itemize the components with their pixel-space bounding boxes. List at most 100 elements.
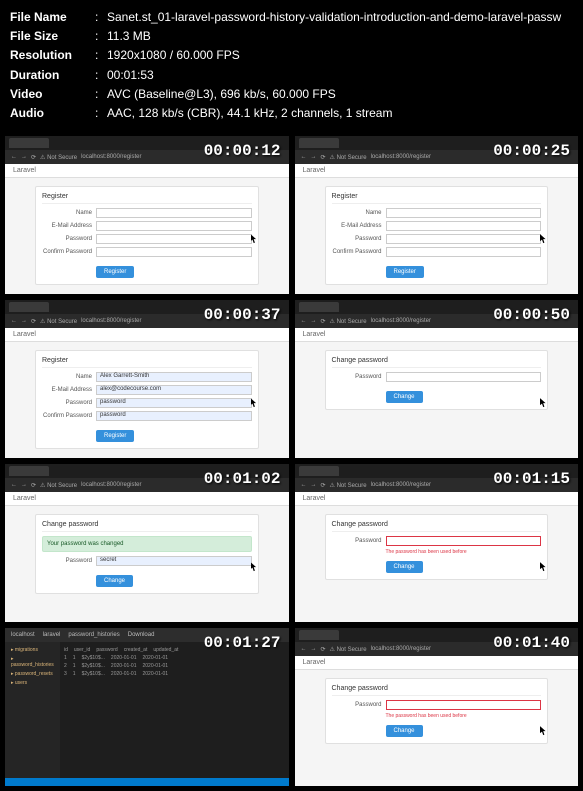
text-input[interactable]	[96, 221, 252, 231]
security-badge: ⚠ Not Secure	[40, 482, 77, 489]
field-label: Password	[42, 400, 92, 406]
thumbnail-5[interactable]: 00:01:02 ← → ⟳ ⚠ Not Secure localhost:8000/re…	[4, 463, 290, 623]
text-input[interactable]	[96, 234, 252, 244]
resolution-value: 1920x1080 / 60.000 FPS	[107, 46, 573, 65]
audio-value: AAC, 128 kb/s (CBR), 44.1 kHz, 2 channel…	[107, 104, 573, 123]
forward-icon: →	[21, 482, 27, 488]
ide-toolbar-item: Download	[128, 632, 155, 638]
timestamp: 00:01:27	[204, 634, 281, 652]
field-label: Confirm Password	[332, 249, 382, 255]
app-navbar: Laravel	[295, 492, 579, 506]
text-input[interactable]	[386, 234, 542, 244]
card-title: Register	[332, 193, 542, 204]
text-input[interactable]	[386, 372, 542, 382]
url-text: localhost:8000/register	[81, 154, 141, 160]
back-icon: ←	[11, 154, 17, 160]
security-badge: ⚠ Not Secure	[330, 154, 367, 161]
text-input[interactable]	[386, 700, 542, 710]
thumbnail-2[interactable]: 00:00:25←→⟳⚠ Not Securelocalhost:8000/re…	[294, 135, 580, 295]
field-label: E-Mail Address	[332, 223, 382, 229]
text-input[interactable]: password	[96, 398, 252, 408]
thumbnail-8[interactable]: 00:01:40←→⟳⚠ Not Securelocalhost:8000/re…	[294, 627, 580, 787]
text-input[interactable]: secret	[96, 556, 252, 566]
timestamp: 00:00:37	[204, 306, 281, 324]
submit-button[interactable]: Register	[96, 266, 134, 278]
security-badge: ⚠ Not Secure	[40, 154, 77, 161]
form-card: Change passwordPasswordChange	[325, 350, 549, 410]
browser-tab	[299, 466, 339, 476]
reload-icon: ⟳	[321, 482, 326, 489]
thumbnail-7[interactable]: 00:01:27localhostlaravelpassword_histori…	[4, 627, 290, 787]
text-input[interactable]	[386, 247, 542, 257]
timestamp: 00:01:40	[493, 634, 570, 652]
url-text: localhost:8000/register	[81, 318, 141, 324]
thumbnail-3[interactable]: 00:00:37←→⟳⚠ Not Securelocalhost:8000/re…	[4, 299, 290, 459]
url-text: localhost:8000/register	[371, 154, 431, 160]
field-label: Name	[332, 210, 382, 216]
submit-button[interactable]: Change	[96, 575, 133, 587]
media-info-panel: File Name:Sanet.st_01-laravel-password-h…	[0, 0, 583, 131]
submit-button[interactable]: Change	[386, 561, 423, 573]
browser-tab	[299, 630, 339, 640]
thumbnail-4[interactable]: 00:00:50←→⟳⚠ Not Securelocalhost:8000/re…	[294, 299, 580, 459]
security-badge: ⚠ Not Secure	[330, 646, 367, 653]
app-navbar: Laravel	[5, 164, 289, 178]
submit-button[interactable]: Change	[386, 391, 423, 403]
text-input[interactable]	[96, 208, 252, 218]
error-message: The password has been used before	[386, 549, 542, 555]
filesize-value: 11.3 MB	[107, 27, 573, 46]
back-icon: ←	[11, 482, 17, 488]
form-card: RegisterNameAlex Garrett-SmithE-Mail Add…	[35, 350, 259, 449]
card-title: Register	[42, 357, 252, 368]
text-input[interactable]: password	[96, 411, 252, 421]
thumbnail-6[interactable]: 00:01:15←→⟳⚠ Not Securelocalhost:8000/re…	[294, 463, 580, 623]
thumbnail-1[interactable]: 00:00:12←→⟳⚠ Not Securelocalhost:8000/re…	[4, 135, 290, 295]
success-alert: Your password was changed	[42, 536, 252, 552]
form-card: Change passwordPasswordThe password has …	[325, 678, 549, 744]
field-label: Password	[332, 374, 382, 380]
ide-file-item: ▸ migrations	[9, 646, 56, 654]
ide-statusbar	[5, 778, 289, 786]
timestamp: 00:01:02	[204, 470, 281, 488]
audio-label: Audio	[10, 104, 95, 123]
thumbnail-grid: 00:00:12←→⟳⚠ Not Securelocalhost:8000/re…	[0, 131, 583, 791]
filename-label: File Name	[10, 8, 95, 27]
field-label: Confirm Password	[42, 413, 92, 419]
ide-file-item: ▸ password_resets	[9, 670, 56, 678]
form-card: Change passwordYour password was changed…	[35, 514, 259, 594]
text-input[interactable]	[386, 221, 542, 231]
browser-tab	[9, 302, 49, 312]
forward-icon: →	[311, 318, 317, 324]
url-text: localhost:8000/register	[81, 482, 141, 488]
ide-column-header: created_at	[124, 647, 148, 653]
page-content: LaravelChange passwordPasswordThe passwo…	[295, 656, 579, 786]
submit-button[interactable]: Register	[386, 266, 424, 278]
error-message: The password has been used before	[386, 713, 542, 719]
ide-column-header: password	[96, 647, 117, 653]
duration-value: 00:01:53	[107, 66, 573, 85]
app-navbar: Laravel	[5, 492, 289, 506]
app-navbar: Laravel	[295, 164, 579, 178]
text-input[interactable]: alex@codecourse.com	[96, 385, 252, 395]
ide-column-header: user_id	[74, 647, 90, 653]
ide-toolbar-item: laravel	[43, 632, 61, 638]
browser-tab	[299, 138, 339, 148]
text-input[interactable]: Alex Garrett-Smith	[96, 372, 252, 382]
forward-icon: →	[311, 646, 317, 652]
text-input[interactable]	[96, 247, 252, 257]
field-label: Password	[332, 236, 382, 242]
text-input[interactable]	[386, 208, 542, 218]
forward-icon: →	[21, 154, 27, 160]
submit-button[interactable]: Register	[96, 430, 134, 442]
security-badge: ⚠ Not Secure	[330, 482, 367, 489]
submit-button[interactable]: Change	[386, 725, 423, 737]
page-content: LaravelChange passwordPasswordThe passwo…	[295, 492, 579, 622]
forward-icon: →	[311, 154, 317, 160]
ide-main-panel: iduser_idpasswordcreated_atupdated_at11$…	[60, 642, 289, 778]
page-content: LaravelRegisterNameAlex Garrett-SmithE-M…	[5, 328, 289, 458]
page-content: Laravel Register Name E-Mail Address Passwor…	[295, 164, 579, 294]
field-label: Name	[42, 374, 92, 380]
app-navbar: Laravel	[5, 328, 289, 342]
text-input[interactable]	[386, 536, 542, 546]
reload-icon: ⟳	[31, 482, 36, 489]
